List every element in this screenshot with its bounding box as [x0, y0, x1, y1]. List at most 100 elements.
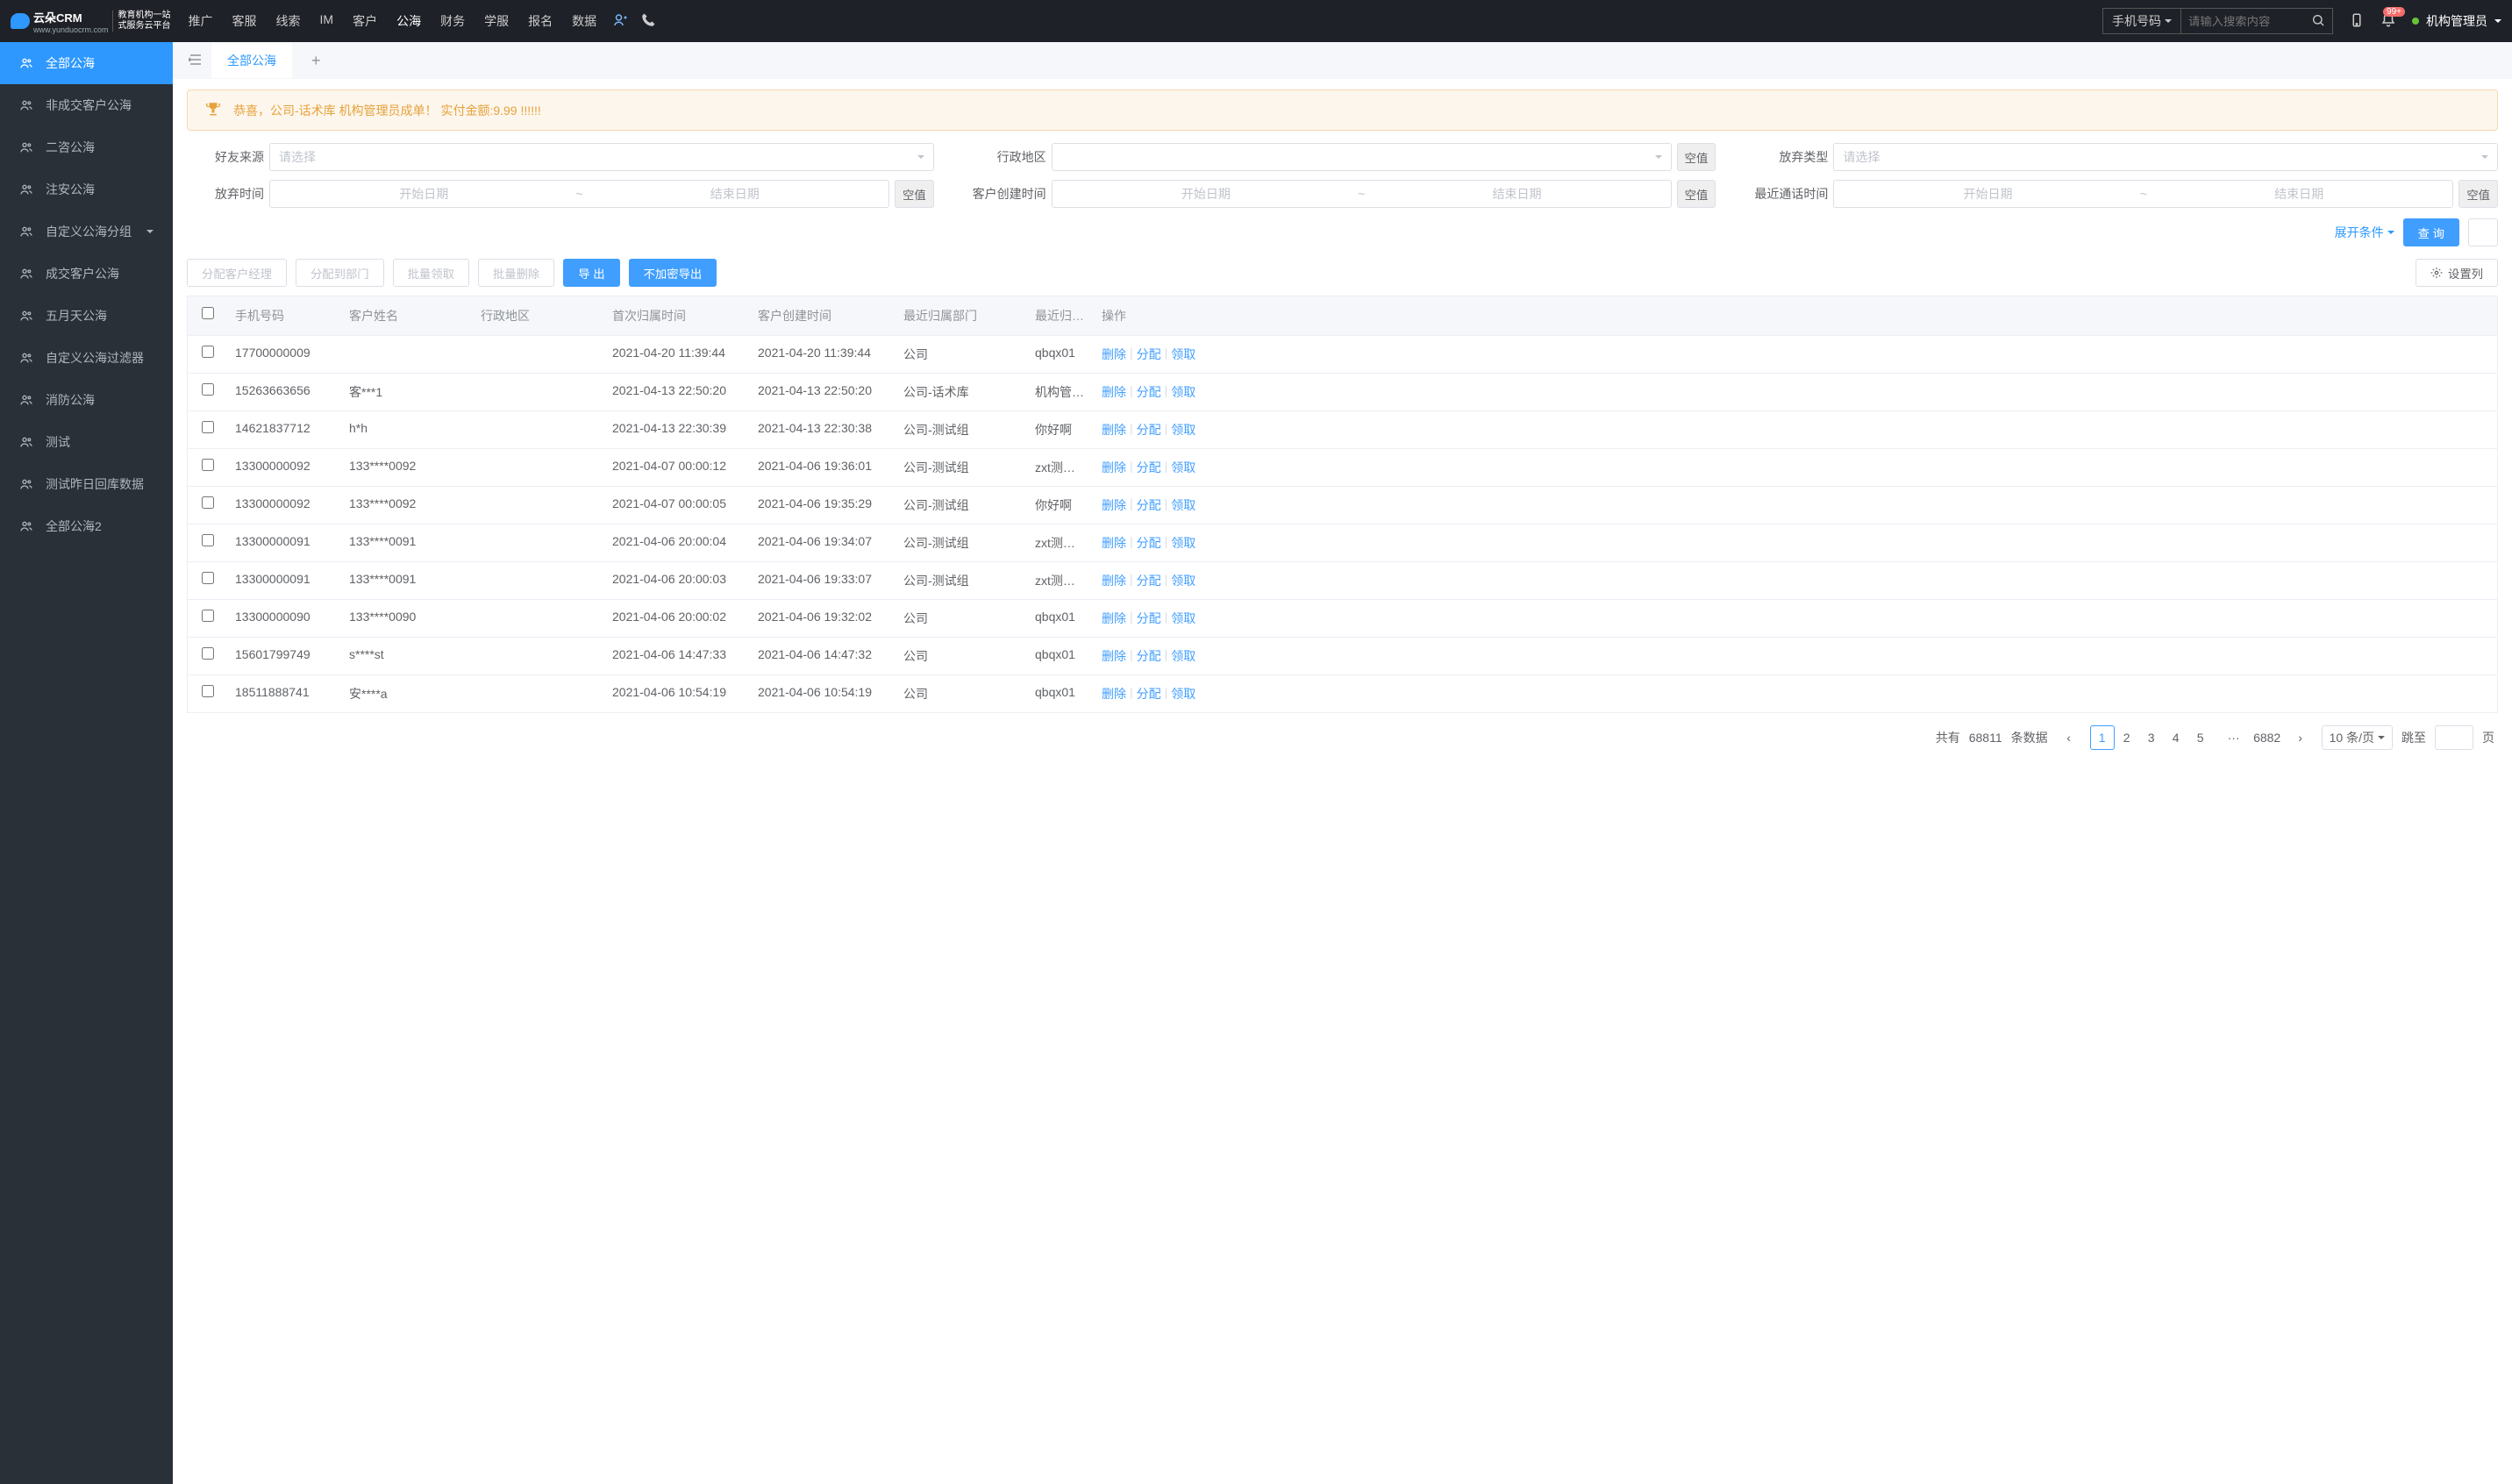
user-menu[interactable]: 机构管理员	[2412, 12, 2501, 30]
row-checkbox[interactable]	[202, 346, 214, 358]
row-claim[interactable]: 领取	[1171, 685, 1195, 703]
row-checkbox[interactable]	[202, 534, 214, 546]
user-add-icon[interactable]	[612, 12, 628, 31]
row-delete[interactable]: 删除	[1102, 383, 1126, 401]
row-assign[interactable]: 分配	[1137, 647, 1161, 665]
sidebar-item-4[interactable]: 自定义公海分组	[0, 210, 173, 253]
sidebar-item-5[interactable]: 成交客户公海	[0, 253, 173, 295]
nav-item-2[interactable]: 线索	[276, 12, 301, 30]
pager-page-4[interactable]: 4	[2164, 725, 2188, 750]
nav-item-0[interactable]: 推广	[189, 12, 213, 30]
nav-item-3[interactable]: IM	[320, 12, 334, 30]
tab-active[interactable]: 全部公海	[211, 43, 292, 78]
row-assign[interactable]: 分配	[1137, 610, 1161, 627]
row-claim[interactable]: 领取	[1171, 459, 1195, 476]
mobile-icon[interactable]	[2349, 12, 2365, 31]
row-claim[interactable]: 领取	[1171, 383, 1195, 401]
row-delete[interactable]: 删除	[1102, 346, 1126, 363]
row-checkbox[interactable]	[202, 685, 214, 697]
row-claim[interactable]: 领取	[1171, 496, 1195, 514]
sidebar-item-7[interactable]: 自定义公海过滤器	[0, 337, 173, 379]
row-assign[interactable]: 分配	[1137, 496, 1161, 514]
row-delete[interactable]: 删除	[1102, 647, 1126, 665]
row-assign[interactable]: 分配	[1137, 346, 1161, 363]
logo[interactable]: 云朵CRM www.yunduocrm.com 教育机构一站 式服务云平台	[11, 9, 171, 34]
row-checkbox[interactable]	[202, 421, 214, 433]
filter-create-time-range[interactable]: 开始日期~ 结束日期	[1052, 180, 1672, 208]
expand-filters-link[interactable]: 展开条件	[2335, 224, 2394, 241]
export-button[interactable]: 导 出	[563, 259, 619, 287]
pager-page-1[interactable]: 1	[2090, 725, 2115, 750]
row-assign[interactable]: 分配	[1137, 459, 1161, 476]
row-delete[interactable]: 删除	[1102, 459, 1126, 476]
sidebar-item-6[interactable]: 五月天公海	[0, 295, 173, 337]
sidebar-toggle-icon[interactable]	[180, 54, 211, 68]
nav-item-4[interactable]: 客户	[353, 12, 377, 30]
row-claim[interactable]: 领取	[1171, 610, 1195, 627]
row-checkbox[interactable]	[202, 496, 214, 509]
row-claim[interactable]: 领取	[1171, 421, 1195, 439]
batch-delete-button[interactable]: 批量删除	[478, 259, 554, 287]
abandon-time-null-button[interactable]: 空值	[895, 180, 934, 208]
sidebar-item-2[interactable]: 二咨公海	[0, 126, 173, 168]
pager-page-2[interactable]: 2	[2115, 725, 2139, 750]
row-delete[interactable]: 删除	[1102, 421, 1126, 439]
batch-claim-button[interactable]: 批量领取	[393, 259, 469, 287]
export-plain-button[interactable]: 不加密导出	[629, 259, 717, 287]
row-assign[interactable]: 分配	[1137, 534, 1161, 552]
tab-add-button[interactable]: +	[299, 46, 333, 75]
select-all-checkbox[interactable]	[202, 307, 214, 319]
sidebar-item-1[interactable]: 非成交客户公海	[0, 84, 173, 126]
sidebar-item-3[interactable]: 注安公海	[0, 168, 173, 210]
row-checkbox[interactable]	[202, 459, 214, 471]
filter-region-select[interactable]	[1052, 143, 1672, 171]
row-claim[interactable]: 领取	[1171, 534, 1195, 552]
create-time-null-button[interactable]: 空值	[1677, 180, 1716, 208]
call-time-null-button[interactable]: 空值	[2458, 180, 2498, 208]
row-claim[interactable]: 领取	[1171, 647, 1195, 665]
sidebar-item-11[interactable]: 全部公海2	[0, 505, 173, 547]
row-checkbox[interactable]	[202, 610, 214, 622]
filter-abandon-time-range[interactable]: 开始日期~ 结束日期	[269, 180, 889, 208]
pager-jump-input[interactable]	[2435, 725, 2473, 750]
pager-last[interactable]: 6882	[2255, 725, 2280, 750]
nav-item-6[interactable]: 财务	[440, 12, 465, 30]
search-type-select[interactable]: 手机号码	[2103, 9, 2181, 33]
assign-dept-button[interactable]: 分配到部门	[296, 259, 384, 287]
nav-item-8[interactable]: 报名	[528, 12, 553, 30]
search-input[interactable]	[2181, 11, 2304, 32]
pager-prev[interactable]: ‹	[2057, 725, 2081, 750]
sidebar-item-0[interactable]: 全部公海	[0, 42, 173, 84]
pager-page-3[interactable]: 3	[2139, 725, 2164, 750]
page-size-select[interactable]: 10 条/页	[2322, 725, 2393, 750]
nav-item-5[interactable]: 公海	[396, 12, 421, 30]
sidebar-item-8[interactable]: 消防公海	[0, 379, 173, 421]
pager-next[interactable]: ›	[2288, 725, 2313, 750]
row-delete[interactable]: 删除	[1102, 572, 1126, 589]
search-icon[interactable]	[2304, 13, 2332, 30]
row-assign[interactable]: 分配	[1137, 572, 1161, 589]
phone-icon[interactable]	[640, 12, 656, 31]
region-null-button[interactable]: 空值	[1677, 143, 1716, 171]
row-delete[interactable]: 删除	[1102, 534, 1126, 552]
pager-page-5[interactable]: 5	[2188, 725, 2213, 750]
sidebar-item-9[interactable]: 测试	[0, 421, 173, 463]
bell-icon[interactable]: 99+	[2380, 12, 2396, 31]
row-checkbox[interactable]	[202, 647, 214, 660]
nav-item-1[interactable]: 客服	[232, 12, 257, 30]
columns-button[interactable]: 设置列	[2416, 259, 2498, 287]
row-delete[interactable]: 删除	[1102, 685, 1126, 703]
assign-manager-button[interactable]: 分配客户经理	[187, 259, 287, 287]
row-delete[interactable]: 删除	[1102, 610, 1126, 627]
row-claim[interactable]: 领取	[1171, 346, 1195, 363]
row-checkbox[interactable]	[202, 572, 214, 584]
filter-friend-source-select[interactable]: 请选择	[269, 143, 934, 171]
row-claim[interactable]: 领取	[1171, 572, 1195, 589]
refresh-button[interactable]	[2468, 218, 2498, 246]
row-assign[interactable]: 分配	[1137, 421, 1161, 439]
sidebar-item-10[interactable]: 测试昨日回库数据	[0, 463, 173, 505]
row-assign[interactable]: 分配	[1137, 685, 1161, 703]
row-assign[interactable]: 分配	[1137, 383, 1161, 401]
nav-item-9[interactable]: 数据	[572, 12, 596, 30]
nav-item-7[interactable]: 学服	[484, 12, 509, 30]
